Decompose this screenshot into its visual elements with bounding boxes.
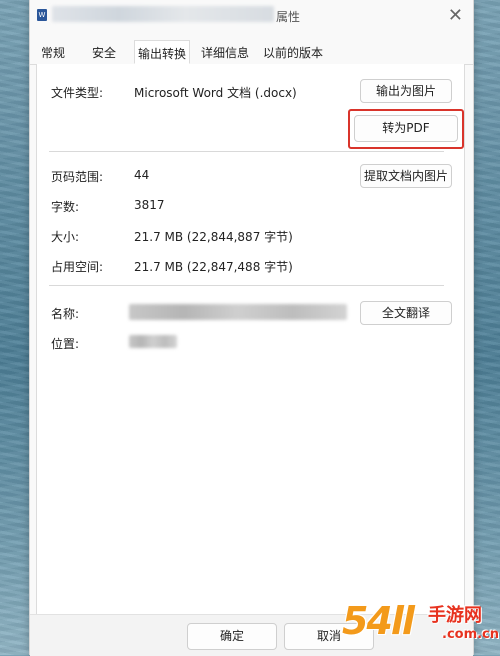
file-type-value: Microsoft Word 文档 (.docx)	[134, 86, 297, 100]
ok-button[interactable]: 确定	[187, 623, 277, 650]
watermark-url: .com.cn	[442, 627, 500, 642]
blurred-filename	[52, 6, 274, 22]
translate-button[interactable]: 全文翻译	[360, 301, 452, 325]
close-icon[interactable]: ✕	[448, 5, 463, 26]
tab-output-convert[interactable]: 输出转换	[134, 40, 191, 64]
disk-size-label: 占用空间:	[51, 260, 104, 274]
disk-size-value: 21.7 MB (22,847,488 字节)	[134, 260, 293, 274]
site-watermark-logo: 54ll 手游网 .com.cn	[342, 597, 500, 655]
window-title: 属性	[276, 10, 301, 24]
tab-panel: 文件类型: Microsoft Word 文档 (.docx) 输出为图片 转为…	[36, 64, 465, 615]
tab-general[interactable]: 常规	[41, 44, 65, 61]
export-image-button[interactable]: 输出为图片	[360, 79, 452, 103]
blurred-name-value	[129, 304, 347, 320]
location-label: 位置:	[51, 337, 80, 351]
page-range-value: 44	[134, 168, 150, 182]
title-bar: W 属性 ✕	[30, 0, 473, 34]
properties-dialog: W 属性 ✕ 常规 安全 输出转换 详细信息 以前的版本 文件类型: Micro…	[29, 0, 474, 656]
divider	[49, 285, 444, 286]
tab-details[interactable]: 详细信息	[201, 44, 249, 61]
name-label: 名称:	[51, 307, 80, 321]
extract-images-button[interactable]: 提取文档内图片	[360, 164, 452, 188]
divider	[49, 151, 444, 152]
page-range-label: 页码范围:	[51, 170, 104, 184]
watermark-brand: 手游网	[428, 605, 482, 626]
word-count-value: 3817	[134, 198, 165, 212]
watermark-number: 54ll	[342, 599, 415, 643]
tab-security[interactable]: 安全	[92, 44, 116, 61]
size-label: 大小:	[51, 230, 80, 244]
tab-strip: 常规 安全 输出转换 详细信息 以前的版本	[30, 40, 473, 65]
size-value: 21.7 MB (22,844,887 字节)	[134, 230, 293, 244]
word-document-icon: W	[37, 9, 47, 21]
blurred-location-value	[129, 335, 177, 348]
word-count-label: 字数:	[51, 200, 80, 214]
tab-previous-versions[interactable]: 以前的版本	[263, 44, 323, 61]
convert-to-pdf-button[interactable]: 转为PDF	[354, 115, 458, 142]
file-type-label: 文件类型:	[51, 86, 104, 100]
